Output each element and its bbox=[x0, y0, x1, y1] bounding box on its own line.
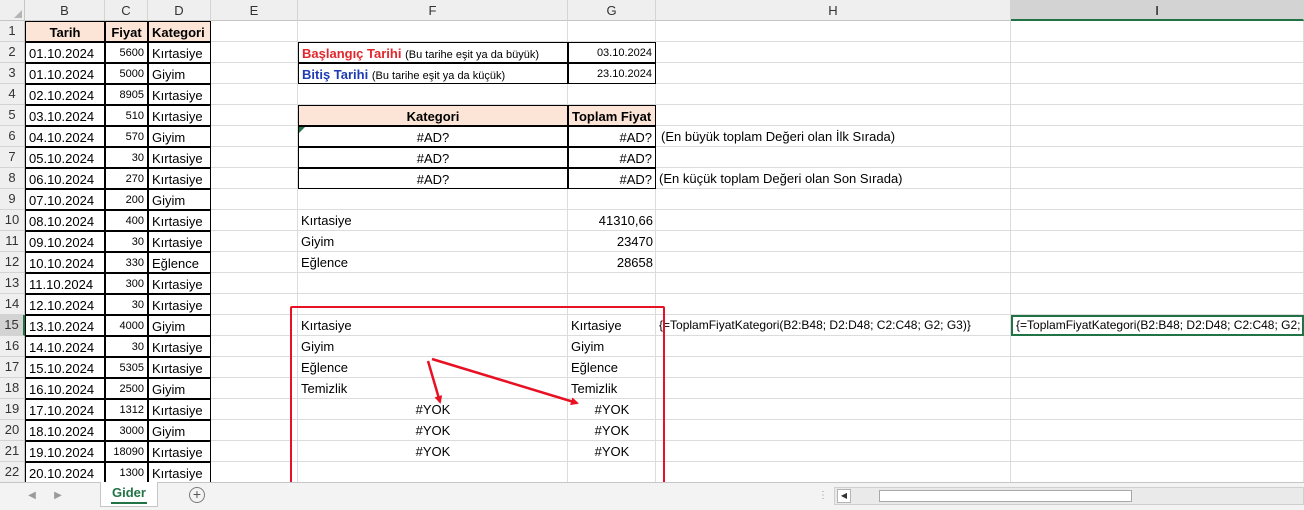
sheet-tab-bar: ◀ ▶ Gider + ⋮ ◀ bbox=[0, 482, 1304, 510]
scroll-left-icon[interactable]: ◀ bbox=[837, 489, 851, 503]
arrow-to-f-yok bbox=[426, 360, 443, 404]
horizontal-scrollbar[interactable]: ◀ bbox=[834, 487, 1304, 505]
arrow-to-g-yok bbox=[431, 357, 579, 406]
spreadsheet-grid[interactable]: BCDEFGHI 1 2 3 4 5 6 7 8 9 10 11 12 13 14 15 16 17 18 19 20… bbox=[0, 0, 1304, 482]
add-sheet-icon[interactable]: + bbox=[189, 487, 205, 503]
scroll-thumb[interactable] bbox=[879, 490, 1132, 502]
annotation-arrows bbox=[426, 357, 579, 406]
sheet-tab-gider[interactable]: Gider bbox=[100, 482, 158, 507]
tab-scroll-left-icon[interactable]: ◀ bbox=[24, 488, 40, 504]
splitter-handle-icon[interactable]: ⋮ bbox=[818, 490, 828, 502]
tab-scroll-right-icon[interactable]: ▶ bbox=[50, 488, 66, 504]
